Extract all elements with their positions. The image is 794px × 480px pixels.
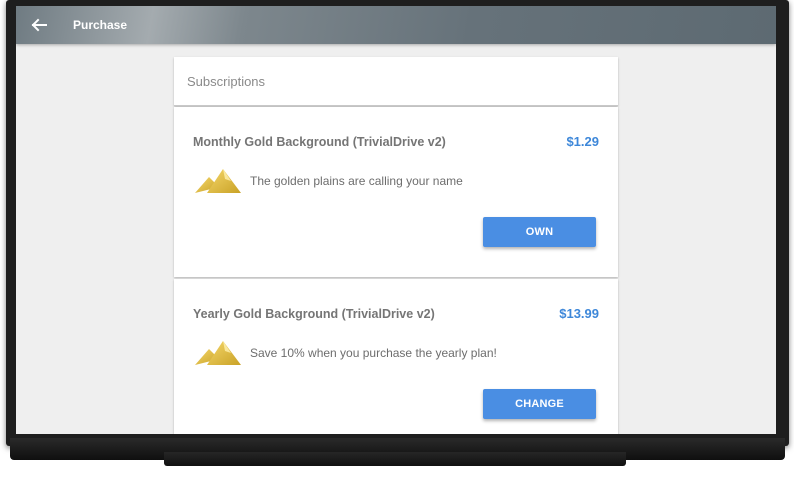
section-title: Subscriptions [187, 74, 266, 89]
section-header-card: Subscriptions [174, 57, 618, 106]
screen: Purchase Subscriptions Monthly Gold Back… [16, 6, 776, 434]
gold-mountains-icon [195, 341, 241, 365]
app-bar: Purchase [16, 6, 776, 44]
subscription-item-yearly: Yearly Gold Background (TrivialDrive v2)… [174, 279, 618, 434]
device-stand [164, 452, 626, 466]
item-title: Yearly Gold Background (TrivialDrive v2) [193, 307, 435, 321]
change-button[interactable]: CHANGE [483, 389, 596, 419]
subscriptions-list: Subscriptions Monthly Gold Background (T… [174, 57, 618, 434]
gold-mountains-icon [195, 169, 241, 193]
own-button[interactable]: OWN [483, 217, 596, 247]
back-button[interactable] [28, 14, 50, 36]
subscription-item-monthly: Monthly Gold Background (TrivialDrive v2… [174, 107, 618, 277]
item-title: Monthly Gold Background (TrivialDrive v2… [193, 135, 446, 149]
item-price: $1.29 [566, 134, 599, 149]
item-description: The golden plains are calling your name [250, 174, 463, 188]
item-description: Save 10% when you purchase the yearly pl… [250, 346, 497, 360]
app-bar-title: Purchase [73, 18, 128, 32]
item-price: $13.99 [559, 306, 599, 321]
arrow-back-icon [31, 18, 47, 32]
